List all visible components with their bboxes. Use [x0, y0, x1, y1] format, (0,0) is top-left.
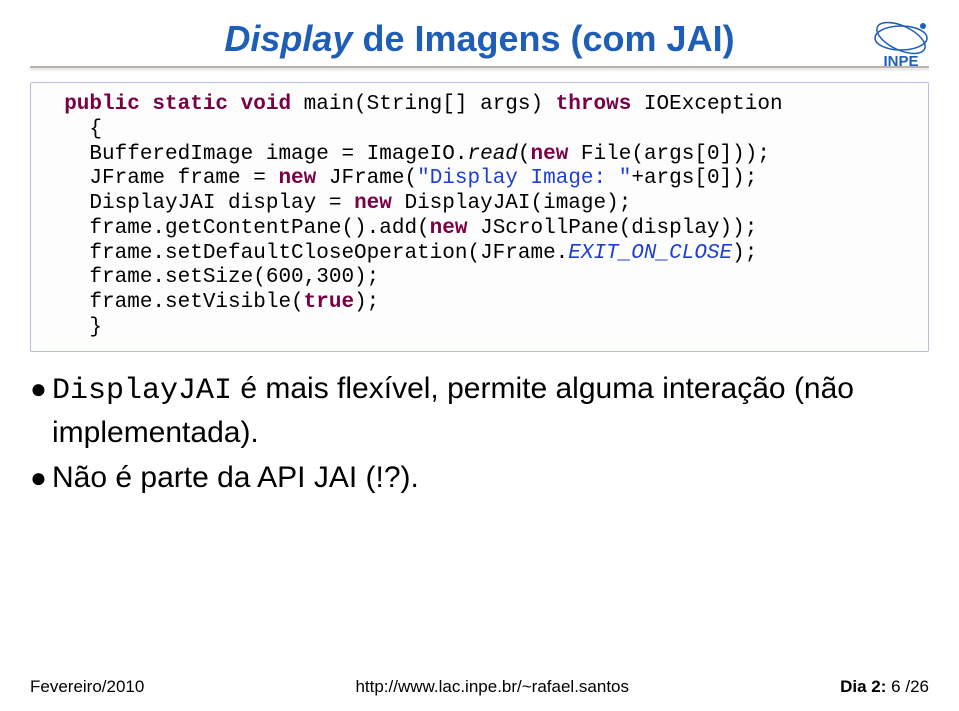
footer-page: Dia 2: 6 /26	[840, 677, 929, 697]
bullet-code: DisplayJAI	[52, 374, 232, 408]
bullet-dot-icon: ●	[30, 457, 52, 498]
bullet-dot-icon: ●	[30, 368, 52, 409]
slide-footer: Fevereiro/2010 http://www.lac.inpe.br/~r…	[30, 677, 929, 697]
title-part2: de Imagens (com JAI)	[352, 18, 734, 59]
inpe-logo: INPE	[865, 14, 937, 72]
bullet-text: Não é parte da API JAI (!?).	[52, 457, 929, 498]
slide-title: Display de Imagens (com JAI)	[60, 0, 900, 60]
bullet-item: ● DisplayJAI é mais flexível, permite al…	[30, 368, 929, 454]
bullet-item: ● Não é parte da API JAI (!?).	[30, 457, 929, 498]
title-divider	[30, 66, 929, 68]
title-part1: Display	[224, 18, 352, 59]
footer-url: http://www.lac.inpe.br/~rafael.santos	[355, 677, 629, 697]
code-block: public static void main(String[] args) t…	[30, 82, 929, 352]
footer-date: Fevereiro/2010	[30, 677, 144, 697]
svg-text:INPE: INPE	[883, 53, 918, 70]
bullet-list: ● DisplayJAI é mais flexível, permite al…	[30, 368, 929, 499]
